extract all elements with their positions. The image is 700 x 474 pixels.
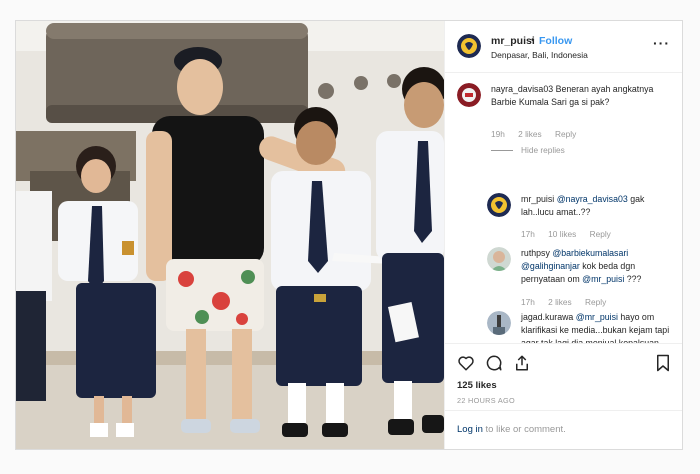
author-avatar[interactable] [457, 34, 481, 58]
commenter-avatar[interactable] [487, 311, 511, 335]
comment-time: 17h [521, 297, 535, 307]
comment-time: 19h [491, 129, 505, 139]
comment-username[interactable]: ruthpsy [521, 248, 550, 258]
instagram-post: mr_puisi • Follow Denpasar, Bali, Indone… [15, 20, 683, 450]
reply-button[interactable]: Reply [585, 297, 606, 307]
comment-mention[interactable]: @nayra_davisa03 [557, 194, 628, 204]
comment-username[interactable]: mr_puisi [521, 194, 554, 204]
comment-likes[interactable]: 2 likes [518, 129, 542, 139]
separator-dot: • [531, 35, 535, 46]
login-text: to like or comment. [485, 424, 566, 435]
comment-meta: 19h 2 likes Reply [491, 129, 587, 139]
commenter-avatar[interactable] [457, 83, 481, 107]
post-header: mr_puisi • Follow Denpasar, Bali, Indone… [445, 21, 682, 73]
comment-message: ??? [626, 274, 642, 284]
divider-line [491, 150, 513, 152]
comment-text: mr_puisi @nayra_davisa03 gak lah..lucu a… [521, 193, 676, 219]
author-username[interactable]: mr_puisi [491, 35, 535, 47]
comment-username[interactable]: nayra_davisa03 [491, 84, 553, 94]
likes-count[interactable]: 125 likes [457, 380, 497, 391]
heart-icon[interactable] [457, 354, 475, 377]
comment-mention[interactable]: @barbiekumalasari [552, 248, 628, 258]
comment-mention[interactable]: @mr_puisi [576, 312, 618, 322]
post-location[interactable]: Denpasar, Bali, Indonesia [491, 50, 588, 60]
more-horizontal-icon[interactable]: ··· [653, 35, 670, 51]
login-prompt: Log in to like or comment. [445, 410, 682, 450]
post-time: 22 HOURS AGO [457, 396, 515, 405]
post-actions: 125 likes 22 HOURS AGO Log in to like or… [445, 343, 682, 449]
comment-text: jagad.kurawa @mr_puisi hayo om klarifika… [521, 311, 676, 343]
comment-likes[interactable]: 10 likes [548, 229, 576, 239]
comment-username[interactable]: jagad.kurawa [521, 312, 573, 322]
comment-mention[interactable]: @galihginanjar [521, 261, 580, 271]
comment-mention[interactable]: @mr_puisi [582, 274, 624, 284]
follow-button[interactable]: Follow [539, 35, 572, 47]
commenter-avatar[interactable] [487, 193, 511, 217]
hide-replies-label: Hide replies [521, 145, 565, 155]
reply-button[interactable]: Reply [555, 129, 576, 139]
comment-likes[interactable]: 2 likes [548, 297, 572, 307]
comment-icon[interactable] [485, 354, 503, 377]
comments-list[interactable]: nayra_davisa03 Beneran ayah angkatnya Ba… [445, 73, 682, 343]
post-side-panel: mr_puisi • Follow Denpasar, Bali, Indone… [444, 21, 682, 449]
comment-text: nayra_davisa03 Beneran ayah angkatnya Ba… [491, 83, 671, 109]
post-photo[interactable] [16, 21, 444, 449]
login-link[interactable]: Log in [457, 424, 483, 435]
reply-button[interactable]: Reply [590, 229, 611, 239]
share-icon[interactable] [513, 354, 531, 377]
comment-meta: 17h 2 likes Reply [521, 297, 617, 307]
comment-meta: 17h 10 likes Reply [521, 229, 622, 239]
hide-replies-button[interactable]: Hide replies [491, 145, 565, 155]
comment-text: ruthpsy @barbiekumalasari @galihginanjar… [521, 247, 676, 286]
commenter-avatar[interactable] [487, 247, 511, 271]
bookmark-icon[interactable] [655, 354, 671, 377]
comment-time: 17h [521, 229, 535, 239]
